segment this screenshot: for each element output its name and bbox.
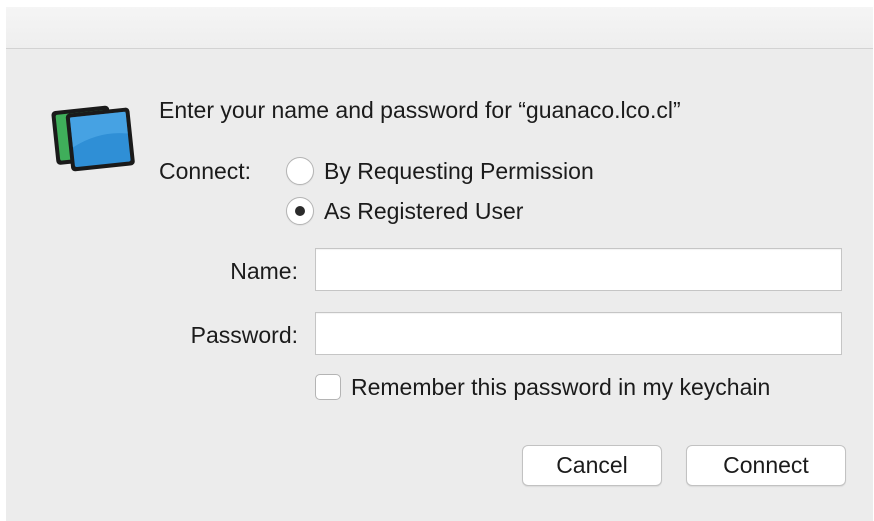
radio-label: As Registered User (324, 197, 524, 224)
radio-as-registered-user[interactable]: As Registered User (286, 196, 523, 226)
title-bar (6, 7, 873, 49)
remember-password-checkbox[interactable] (315, 374, 341, 400)
radio-button[interactable] (286, 157, 314, 185)
password-label: Password: (190, 322, 298, 348)
radio-by-requesting-permission[interactable]: By Requesting Permission (286, 156, 594, 186)
dialog-prompt: Enter your name and password for “guanac… (159, 97, 681, 123)
login-dialog: Enter your name and password for “guanac… (6, 7, 873, 521)
password-field[interactable] (315, 312, 842, 355)
name-label: Name: (230, 258, 298, 284)
radio-label: By Requesting Permission (324, 157, 594, 184)
radio-button-selected[interactable] (286, 197, 314, 225)
remember-password-option[interactable]: Remember this password in my keychain (315, 372, 770, 402)
name-field[interactable] (315, 248, 842, 291)
remember-password-label: Remember this password in my keychain (351, 373, 771, 400)
connect-button[interactable]: Connect (686, 445, 846, 486)
screen-sharing-icon (50, 97, 140, 177)
cancel-button[interactable]: Cancel (522, 445, 662, 486)
connect-label: Connect: (159, 158, 252, 184)
